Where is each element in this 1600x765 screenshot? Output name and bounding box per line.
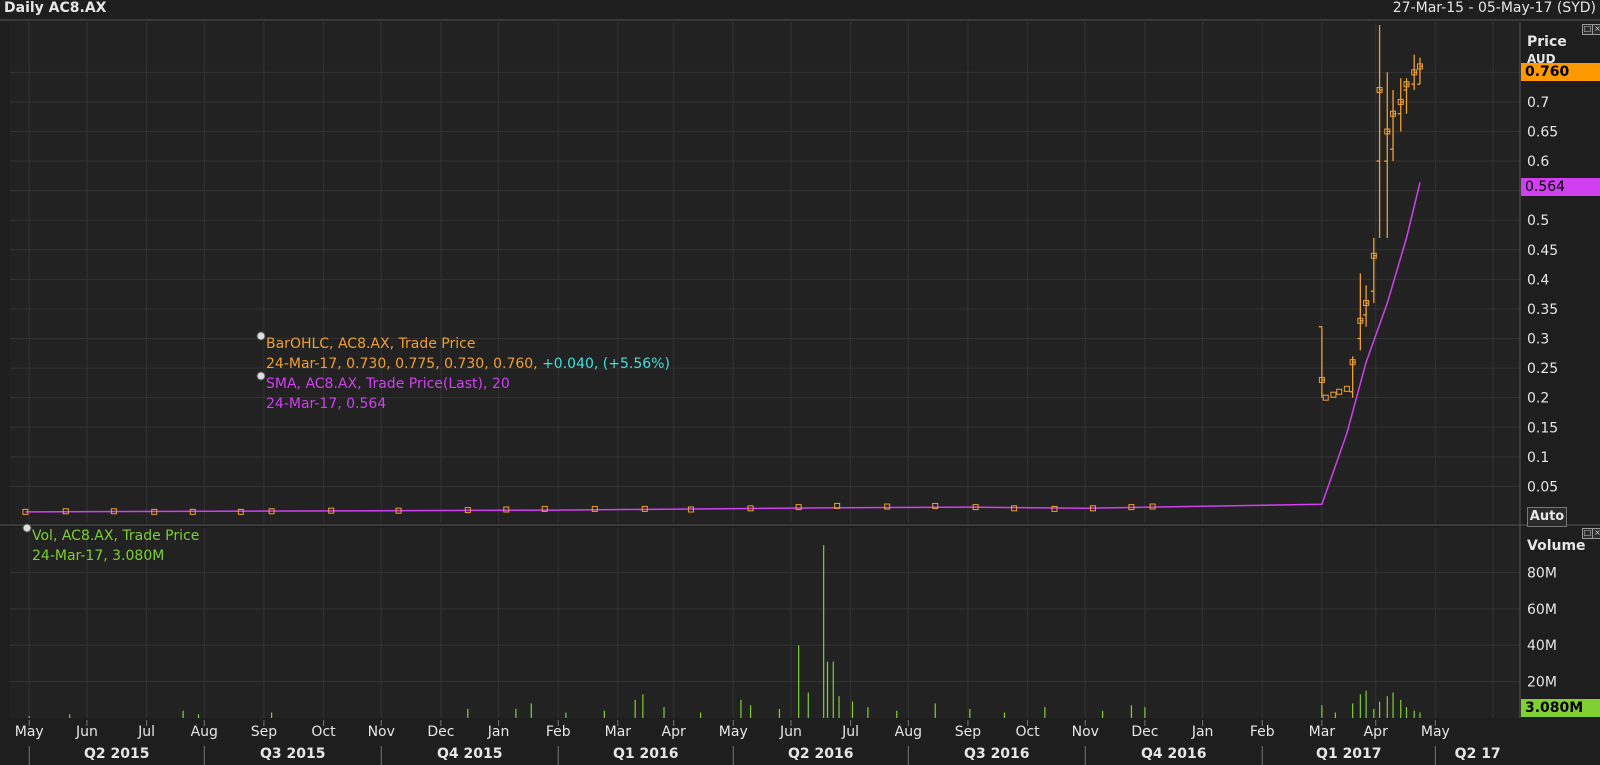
volume-tick-label: 60M	[1527, 602, 1557, 618]
x-month-label: Mar	[1309, 724, 1336, 740]
x-month-label: Jun	[75, 724, 98, 740]
x-month-label: Aug	[895, 724, 922, 740]
date-range: 27-Mar-15 - 05-May-17 (SYD)	[1392, 0, 1596, 16]
x-quarter-label: Q1 2016	[613, 746, 678, 762]
legend-sma[interactable]: SMA, AC8.AX, Trade Price(Last), 20 24-Ma…	[266, 374, 510, 414]
price-tick-label: 0.15	[1527, 420, 1558, 436]
x-month-label: Apr	[1364, 724, 1388, 740]
legend-marker-icon	[256, 371, 266, 381]
price-tick-label: 0.6	[1527, 154, 1549, 170]
x-month-label: Nov	[368, 724, 395, 740]
x-month-label: May	[719, 724, 748, 740]
legend-ohlc-values: 24-Mar-17, 0.730, 0.775, 0.730, 0.760,	[266, 356, 538, 372]
price-tick-label: 0.7	[1527, 95, 1549, 111]
volume-tick-label: 20M	[1527, 675, 1557, 691]
legend-ohlc[interactable]: BarOHLC, AC8.AX, Trade Price 24-Mar-17, …	[266, 334, 670, 374]
legend-vol-title: Vol, AC8.AX, Trade Price	[32, 528, 200, 544]
x-quarter-label: Q4 2015	[437, 746, 502, 762]
price-axis-title: Price	[1527, 34, 1567, 50]
price-tick-label: 0.45	[1527, 243, 1558, 259]
x-quarter-label: Q2 2016	[788, 746, 853, 762]
price-tick-label: 0.35	[1527, 302, 1558, 318]
x-month-label: Jun	[779, 724, 802, 740]
volume-axis-title: Volume	[1527, 538, 1586, 554]
chart-title: Daily AC8.AX	[4, 0, 107, 16]
x-month-label: Jan	[487, 724, 510, 740]
last-volume-badge: 3.080M	[1521, 699, 1600, 717]
x-quarter-label: Q1 2017	[1316, 746, 1381, 762]
x-month-label: Sep	[251, 724, 278, 740]
legend-sma-values: 24-Mar-17, 0.564	[266, 396, 387, 412]
legend-sma-period: 20	[491, 376, 510, 392]
x-quarter-label: Q3 2016	[964, 746, 1029, 762]
price-tick-label: 0.05	[1527, 479, 1558, 495]
x-month-label: Jul	[841, 724, 859, 740]
x-month-label: Oct	[311, 724, 336, 740]
x-month-label: Jan	[1191, 724, 1214, 740]
auto-scale-button[interactable]: Auto	[1527, 507, 1567, 527]
x-quarter-label: Q3 2015	[260, 746, 325, 762]
x-month-label: Oct	[1015, 724, 1040, 740]
x-month-label: Nov	[1072, 724, 1099, 740]
price-plot-area	[10, 22, 1520, 523]
price-tick-label: 0.25	[1527, 361, 1558, 377]
last-price-badge: 0.760	[1521, 63, 1600, 81]
x-month-label: Feb	[546, 724, 571, 740]
price-tick-label: 0.2	[1527, 391, 1549, 407]
x-month-label: May	[1421, 724, 1450, 740]
legend-ohlc-title: BarOHLC, AC8.AX, Trade Price	[266, 336, 476, 352]
x-month-label: Jul	[137, 724, 155, 740]
x-month-label: Aug	[191, 724, 218, 740]
x-month-label: Apr	[662, 724, 686, 740]
price-tick-label: 0.3	[1527, 332, 1549, 348]
price-tick-label: 0.4	[1527, 272, 1549, 288]
x-quarter-label: Q2 2015	[84, 746, 149, 762]
price-tick-label: 0.5	[1527, 213, 1549, 229]
legend-marker-icon	[22, 523, 32, 533]
close-icon[interactable]: ×	[1592, 24, 1600, 35]
volume-tick-label: 40M	[1527, 638, 1557, 654]
chart-canvas[interactable]: 0.050.10.150.20.250.30.350.40.450.50.550…	[0, 0, 1600, 765]
legend-sma-title: SMA, AC8.AX, Trade Price(Last),	[266, 376, 488, 392]
legend-vol-values: 24-Mar-17, 3.080M	[32, 548, 165, 564]
x-month-label: Mar	[605, 724, 632, 740]
price-tick-label: 0.65	[1527, 124, 1558, 140]
legend-ohlc-change: +0.040, (+5.56%)	[542, 356, 670, 372]
legend-volume[interactable]: Vol, AC8.AX, Trade Price 24-Mar-17, 3.08…	[32, 526, 199, 566]
x-quarter-label: Q4 2016	[1141, 746, 1206, 762]
x-month-label: Sep	[955, 724, 982, 740]
price-tick-label: 0.1	[1527, 450, 1549, 466]
volume-plot-area	[10, 528, 1520, 718]
x-quarter-label: Q2 17	[1455, 746, 1501, 762]
volume-tick-label: 80M	[1527, 565, 1557, 581]
close-icon[interactable]: ×	[1592, 528, 1600, 539]
x-month-label: May	[15, 724, 44, 740]
x-month-label: Dec	[427, 724, 454, 740]
sma-badge: 0.564	[1521, 178, 1600, 196]
legend-marker-icon	[256, 331, 266, 341]
x-month-label: Dec	[1131, 724, 1158, 740]
x-month-label: Feb	[1250, 724, 1275, 740]
